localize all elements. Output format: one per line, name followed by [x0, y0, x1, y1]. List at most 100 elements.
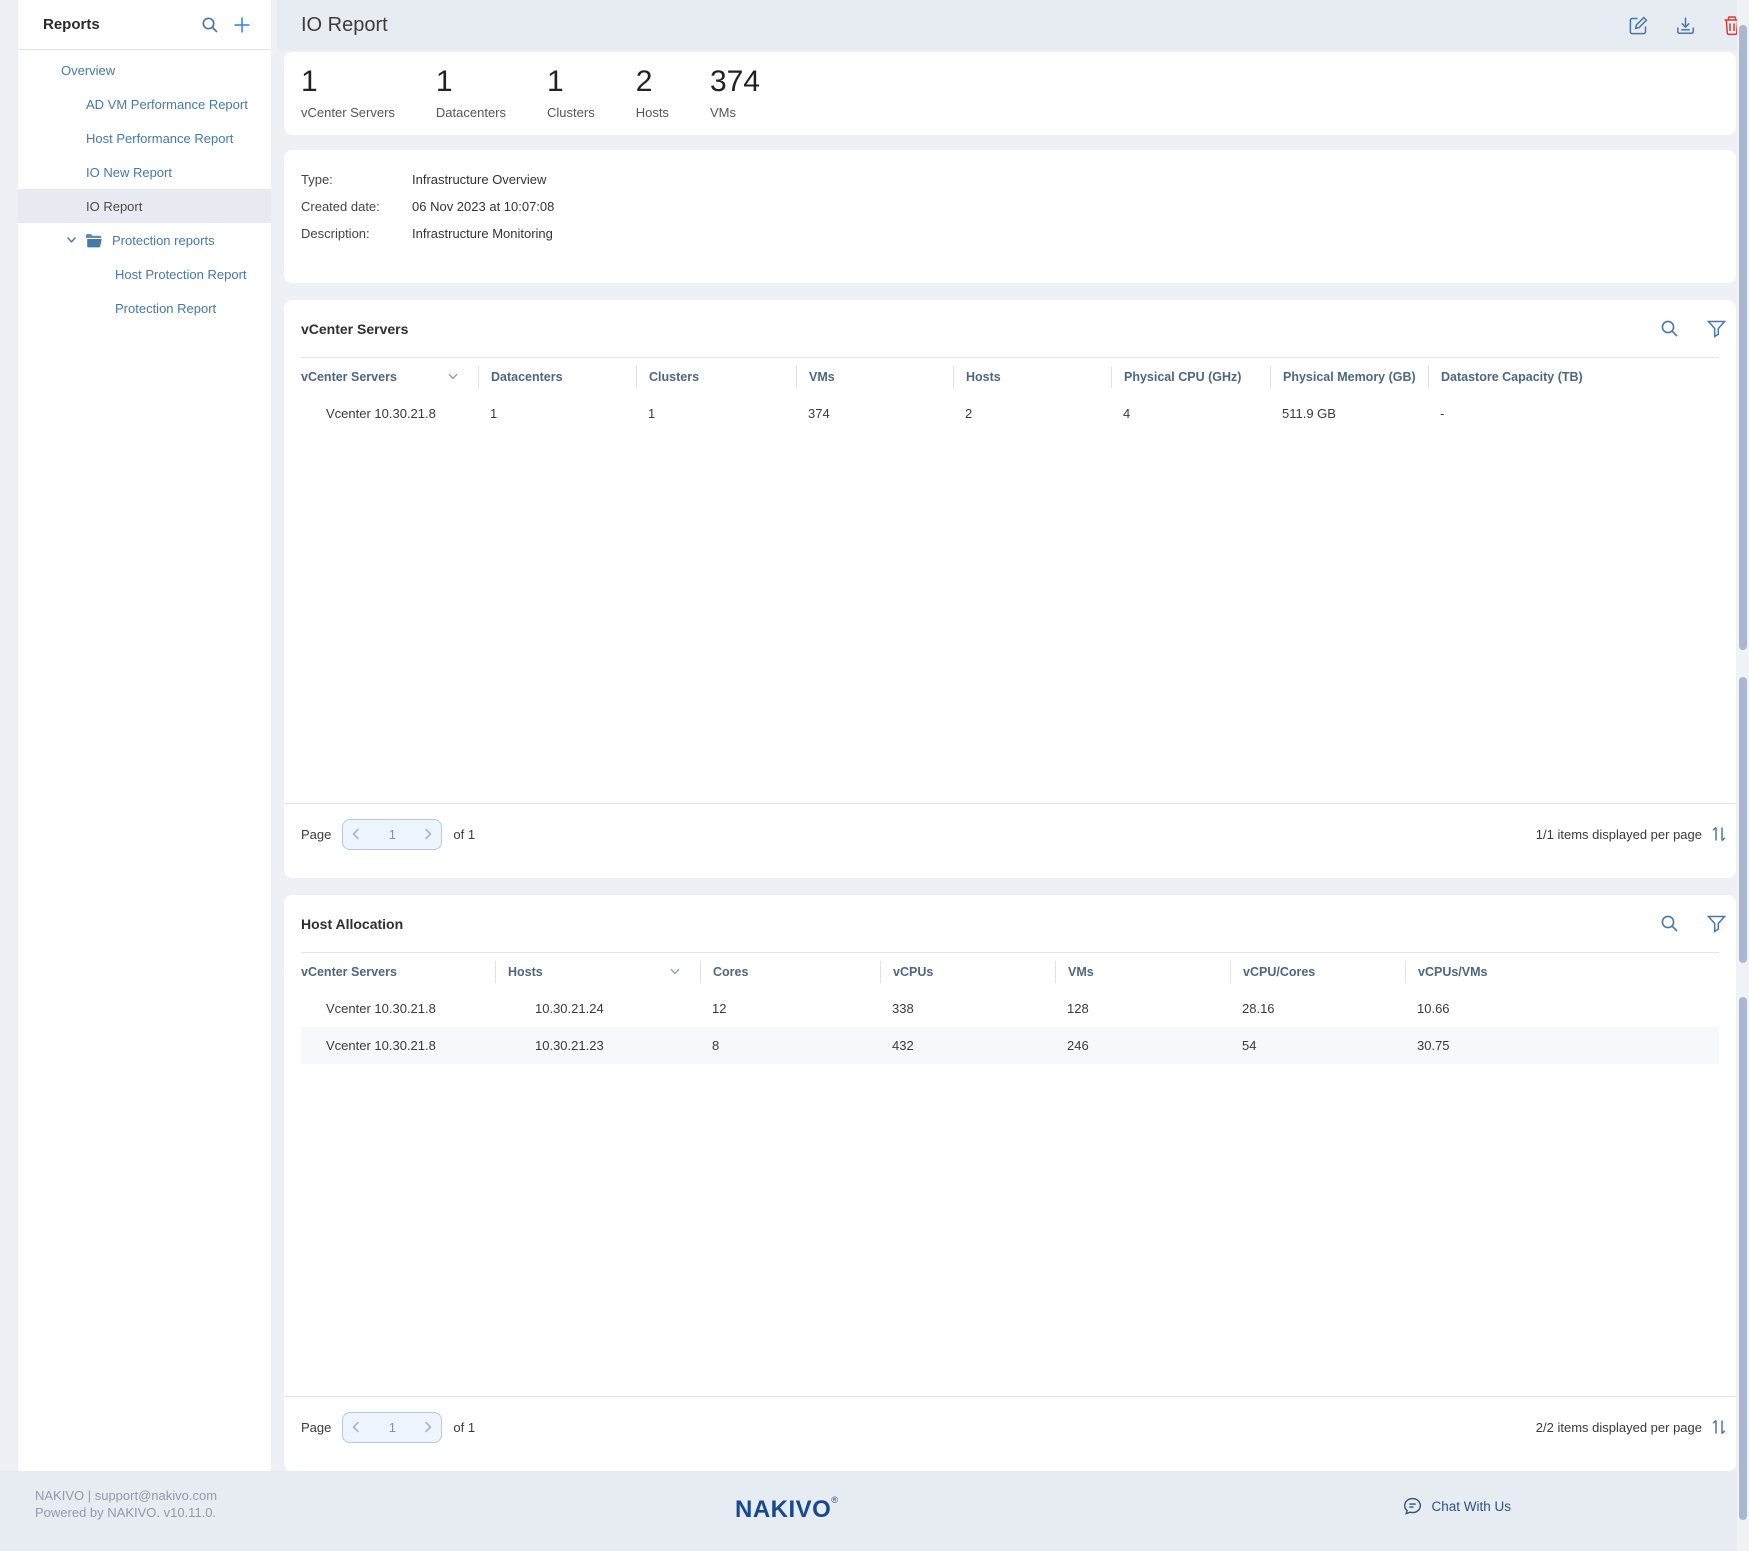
page-label: Page: [301, 827, 331, 842]
footer-support-line: NAKIVO | support@nakivo.com: [35, 1487, 217, 1504]
sidebar-item-protection-report[interactable]: Protection Report: [18, 291, 271, 325]
column-header-vms[interactable]: VMs: [796, 366, 953, 388]
column-header-datastore-capacity[interactable]: Datastore Capacity (TB): [1428, 366, 1719, 388]
column-label: vCPUs: [893, 965, 933, 979]
items-per-page: 1/1 items displayed per page: [1536, 826, 1726, 842]
filter-icon[interactable]: [1707, 915, 1726, 933]
sort-chevron-down-icon: [448, 373, 458, 380]
stat-label: VMs: [710, 105, 760, 120]
cell-host: 10.30.21.23: [495, 1038, 700, 1053]
chevron-down-icon[interactable]: [66, 236, 77, 244]
section-title: vCenter Servers: [301, 321, 1632, 337]
table-header-row: vCenter Servers Hosts Cores vCPUs: [301, 952, 1719, 990]
sidebar-item-io-new-report[interactable]: IO New Report: [18, 155, 271, 189]
reports-tree: Overview AD VM Performance Report Host P…: [18, 50, 271, 325]
stat-vcenter-servers: 1 vCenter Servers: [301, 65, 395, 122]
table-empty-space: [301, 432, 1719, 803]
app-footer: NAKIVO | support@nakivo.com Powered by N…: [0, 1471, 1749, 1551]
cell-datacenters: 1: [478, 406, 636, 421]
footer-version-line: Powered by NAKIVO. v10.11.0.: [35, 1504, 217, 1521]
sidebar-item-protection-reports[interactable]: Protection reports: [18, 223, 271, 257]
stat-clusters: 1 Clusters: [547, 65, 595, 122]
reports-sidebar: Reports Overview AD VM Performance Repor…: [18, 0, 271, 1475]
cell-vcpus: 338: [880, 1001, 1055, 1016]
cell-hosts: 2: [953, 406, 1111, 421]
column-label: VMs: [809, 370, 835, 384]
summary-stats-card: 1 vCenter Servers 1 Datacenters 1 Cluste…: [284, 52, 1736, 135]
chat-label: Chat With Us: [1431, 1499, 1511, 1514]
add-report-icon[interactable]: [233, 16, 251, 34]
sidebar-item-label: Overview: [61, 63, 115, 78]
current-page-number[interactable]: 1: [389, 827, 396, 842]
sidebar-item-label: AD VM Performance Report: [86, 97, 248, 112]
sidebar-item-overview[interactable]: Overview: [18, 53, 271, 87]
column-header-datacenters[interactable]: Datacenters: [478, 366, 636, 388]
column-label: vCenter Servers: [301, 370, 397, 384]
items-per-page-text: 2/2 items displayed per page: [1536, 1420, 1702, 1435]
sidebar-item-host-performance-report[interactable]: Host Performance Report: [18, 121, 271, 155]
stat-label: vCenter Servers: [301, 105, 395, 120]
edit-report-icon[interactable]: [1628, 15, 1649, 36]
sidebar-item-label: Protection Report: [115, 301, 216, 316]
report-info-card: Type: Infrastructure Overview Created da…: [284, 150, 1736, 283]
page-label: Page: [301, 1420, 331, 1435]
sidebar-item-label: IO Report: [86, 199, 142, 214]
info-row-type: Type: Infrastructure Overview: [301, 166, 1719, 193]
page-stepper: 1: [342, 819, 442, 850]
column-header-vcpus-vms[interactable]: vCPUs/VMs: [1405, 961, 1719, 983]
host-pagination: Page 1 of 1 2/2 items displayed per page: [284, 1396, 1736, 1471]
column-header-vcpus[interactable]: vCPUs: [880, 961, 1055, 983]
search-icon[interactable]: [1660, 914, 1679, 933]
stat-hosts: 2 Hosts: [636, 65, 669, 122]
cell-host: 10.30.21.24: [495, 1001, 700, 1016]
sidebar-item-io-report[interactable]: IO Report: [18, 189, 271, 223]
cell-vms: 374: [796, 406, 953, 421]
sidebar-header: Reports: [18, 0, 271, 50]
column-header-vcenter-servers[interactable]: vCenter Servers: [301, 961, 495, 983]
column-header-vcpu-cores[interactable]: vCPU/Cores: [1230, 961, 1405, 983]
vertical-scrollbar[interactable]: [1737, 0, 1749, 1551]
next-page-button[interactable]: [424, 1421, 432, 1433]
sidebar-item-host-protection-report[interactable]: Host Protection Report: [18, 257, 271, 291]
sort-chevron-down-icon: [670, 968, 680, 975]
host-allocation-card: Host Allocation vCenter Servers Hosts: [284, 895, 1736, 1471]
column-header-hosts[interactable]: Hosts: [953, 366, 1111, 388]
scrollbar-thumb[interactable]: [1739, 25, 1747, 650]
next-page-button[interactable]: [424, 828, 432, 840]
reports-page: Reports Overview AD VM Performance Repor…: [0, 0, 1749, 1551]
scrollbar-thumb[interactable]: [1739, 997, 1747, 1520]
items-per-page-icon[interactable]: [1712, 1419, 1726, 1435]
column-label: Physical CPU (GHz): [1124, 370, 1241, 384]
cell-cores: 12: [700, 1001, 880, 1016]
column-header-vms[interactable]: VMs: [1055, 961, 1230, 983]
filter-icon[interactable]: [1707, 320, 1726, 338]
column-header-physical-memory[interactable]: Physical Memory (GB): [1270, 366, 1428, 388]
column-header-cores[interactable]: Cores: [700, 961, 880, 983]
items-per-page-icon[interactable]: [1712, 826, 1726, 842]
cell-vms: 246: [1055, 1038, 1230, 1053]
search-icon[interactable]: [201, 16, 219, 34]
info-row-description: Description: Infrastructure Monitoring: [301, 220, 1719, 247]
sidebar-item-ad-vm-performance-report[interactable]: AD VM Performance Report: [18, 87, 271, 121]
cell-vcpu-cores: 28.16: [1230, 1001, 1405, 1016]
column-header-vcenter-servers[interactable]: vCenter Servers: [301, 366, 478, 388]
current-page-number[interactable]: 1: [389, 1420, 396, 1435]
download-report-icon[interactable]: [1675, 15, 1696, 36]
sidebar-item-label: Protection reports: [112, 233, 215, 248]
cell-vcenter-server: Vcenter 10.30.21.8: [301, 1001, 495, 1016]
column-header-physical-cpu[interactable]: Physical CPU (GHz): [1111, 366, 1270, 388]
cell-vcpus-vms: 30.75: [1405, 1038, 1719, 1053]
chat-with-us-button[interactable]: Chat With Us: [1403, 1497, 1511, 1516]
stat-value: 1: [436, 65, 506, 99]
previous-page-button[interactable]: [352, 828, 360, 840]
report-header-bar: IO Report: [277, 0, 1749, 50]
previous-page-button[interactable]: [352, 1421, 360, 1433]
stat-datacenters: 1 Datacenters: [436, 65, 506, 122]
column-header-clusters[interactable]: Clusters: [636, 366, 796, 388]
search-icon[interactable]: [1660, 319, 1679, 338]
table-empty-space: [301, 1064, 1719, 1396]
column-header-hosts[interactable]: Hosts: [495, 961, 700, 983]
stat-label: Clusters: [547, 105, 595, 120]
cell-clusters: 1: [636, 406, 796, 421]
scrollbar-thumb[interactable]: [1739, 677, 1747, 963]
